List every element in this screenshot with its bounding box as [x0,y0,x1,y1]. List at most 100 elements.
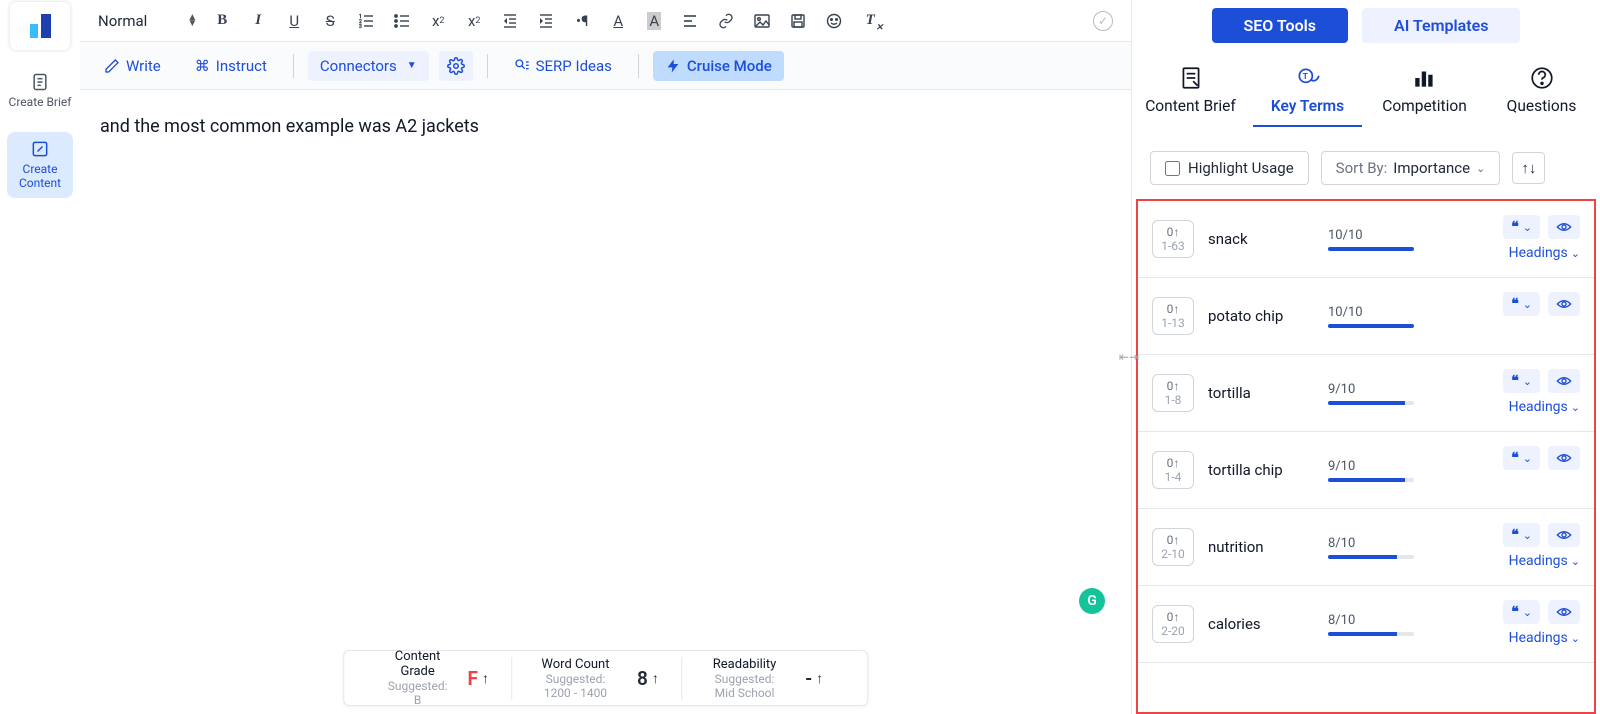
chevron-down-icon: ⌄ [1571,632,1580,645]
keyterms-icon: T [1295,65,1321,91]
chevron-down-icon: ⌄ [1523,452,1532,465]
term-count-badge[interactable]: 0↑ 2-20 [1152,605,1194,644]
chevron-down-icon: ▼ [407,60,417,71]
tab-competition[interactable]: Competition [1366,51,1483,141]
text-color-button[interactable]: A [607,10,629,32]
save-button[interactable] [787,10,809,32]
arrow-up-icon: ↑ [652,670,659,687]
create-brief-button[interactable]: Create Brief [7,58,73,124]
tab-questions[interactable]: Questions [1483,51,1600,141]
serp-ideas-button[interactable]: SERP Ideas [502,51,624,81]
connectors-button[interactable]: Connectors ▼ [308,51,429,81]
term-headings-link[interactable]: Headings⌄ [1509,630,1580,646]
term-count-badge[interactable]: 0↑ 1-63 [1152,220,1194,259]
quote-icon: ❝ [1511,373,1519,389]
term-visibility-button[interactable] [1548,292,1580,316]
italic-button[interactable]: I [247,10,269,32]
term-count-badge[interactable]: 0↑ 1-13 [1152,297,1194,336]
highlight-color-button[interactable]: A [643,10,665,32]
image-button[interactable] [751,10,773,32]
term-count-badge[interactable]: 0↑ 2-10 [1152,528,1194,567]
write-button[interactable]: Write [92,51,173,81]
action-bar: Write ⌘ Instruct Connectors ▼ SERP Ideas [80,42,1131,90]
term-visibility-button[interactable] [1548,369,1580,393]
cruise-mode-label: Cruise Mode [687,57,772,75]
term-quote-button[interactable]: ❝ ⌄ [1503,523,1540,547]
editor-content-area[interactable]: and the most common example was A2 jacke… [80,90,1131,714]
emoji-button[interactable] [823,10,845,32]
term-score: 9/10 [1328,382,1420,405]
create-brief-label: Create Brief [9,96,72,110]
paragraph-style-value: Normal [98,12,147,30]
tab-content-brief[interactable]: Content Brief [1132,51,1249,141]
grammarly-badge[interactable]: G [1079,588,1105,614]
subscript-button[interactable]: x2 [427,10,449,32]
highlight-checkbox-input[interactable] [1165,161,1180,176]
seo-tools-pill[interactable]: SEO Tools [1212,8,1349,43]
term-quote-button[interactable]: ❝ ⌄ [1503,369,1540,393]
strikethrough-button[interactable]: S [319,10,341,32]
resize-handle[interactable]: ⇤⇥ [1119,350,1139,364]
indent-button[interactable] [535,10,557,32]
instruct-button[interactable]: ⌘ Instruct [183,51,279,81]
term-visibility-button[interactable] [1548,215,1580,239]
chevron-down-icon: ⌄ [1523,606,1532,619]
chevron-down-icon: ⌄ [1523,529,1532,542]
superscript-button[interactable]: x2 [463,10,485,32]
instruct-label: Instruct [216,57,267,75]
status-check-icon[interactable]: ✓ [1093,11,1113,31]
format-bar: Normal ▲▼ B I U S 123 x2 x2 •¶ A A T✕ ✓ [80,0,1131,42]
cruise-mode-button[interactable]: Cruise Mode [653,51,784,81]
underline-button[interactable]: U [283,10,305,32]
readability-label: Readability [704,657,785,672]
ordered-list-button[interactable]: 123 [355,10,377,32]
main-column: Normal ▲▼ B I U S 123 x2 x2 •¶ A A T✕ ✓ [80,0,1132,714]
term-count-badge[interactable]: 0↑ 1-8 [1152,374,1194,413]
term-headings-link[interactable]: Headings⌄ [1509,399,1580,415]
term-name: nutrition [1208,538,1314,556]
link-button[interactable] [715,10,737,32]
clear-format-button[interactable]: T✕ [859,10,881,32]
sub-tabs: Content Brief T Key Terms Competition Qu… [1132,51,1600,141]
term-headings-link[interactable]: Headings⌄ [1509,553,1580,569]
outdent-button[interactable] [499,10,521,32]
term-quote-button[interactable]: ❝ ⌄ [1503,446,1540,470]
term-headings-link[interactable]: Headings⌄ [1509,245,1580,261]
edit-icon [30,139,50,159]
sort-by-select[interactable]: Sort By: Importance ⌄ [1321,151,1501,185]
term-row: 0↑ 2-20 calories 8/10 ❝ ⌄ Headings⌄ [1138,586,1594,663]
left-rail: Create Brief Create Content [0,0,80,714]
document-icon [30,72,50,92]
unordered-list-button[interactable] [391,10,413,32]
content-grade-suggested: Suggested: B [388,679,448,707]
align-button[interactable] [679,10,701,32]
paragraph-direction-button[interactable]: •¶ [571,10,593,32]
arrow-up-icon: ↑ [482,670,489,687]
term-score: 10/10 [1328,305,1420,328]
word-count-label: Word Count [534,657,617,672]
term-quote-button[interactable]: ❝ ⌄ [1503,215,1540,239]
settings-gear-button[interactable] [439,51,473,81]
term-row: 0↑ 1-4 tortilla chip 9/10 ❝ ⌄ [1138,432,1594,509]
logo[interactable] [10,2,70,50]
bold-button[interactable]: B [211,10,233,32]
create-content-button[interactable]: Create Content [7,132,73,198]
eye-icon [1556,452,1572,464]
term-quote-button[interactable]: ❝ ⌄ [1503,600,1540,624]
term-count-badge[interactable]: 0↑ 1-4 [1152,451,1194,490]
term-row: 0↑ 1-63 snack 10/10 ❝ ⌄ Headings⌄ [1138,201,1594,278]
term-visibility-button[interactable] [1548,600,1580,624]
term-quote-button[interactable]: ❝ ⌄ [1503,292,1540,316]
highlight-usage-checkbox[interactable]: Highlight Usage [1150,151,1309,185]
term-visibility-button[interactable] [1548,523,1580,547]
arrow-up-icon: ↑ [816,670,823,687]
sort-direction-button[interactable]: ↑↓ [1512,152,1545,184]
paragraph-style-select[interactable]: Normal ▲▼ [98,12,197,30]
eye-icon [1556,375,1572,387]
term-visibility-button[interactable] [1548,446,1580,470]
gear-icon [447,57,465,75]
eye-icon [1556,298,1572,310]
tab-key-terms[interactable]: T Key Terms [1249,51,1366,141]
content-grade-value: F [468,667,478,690]
ai-templates-pill[interactable]: AI Templates [1362,8,1520,43]
